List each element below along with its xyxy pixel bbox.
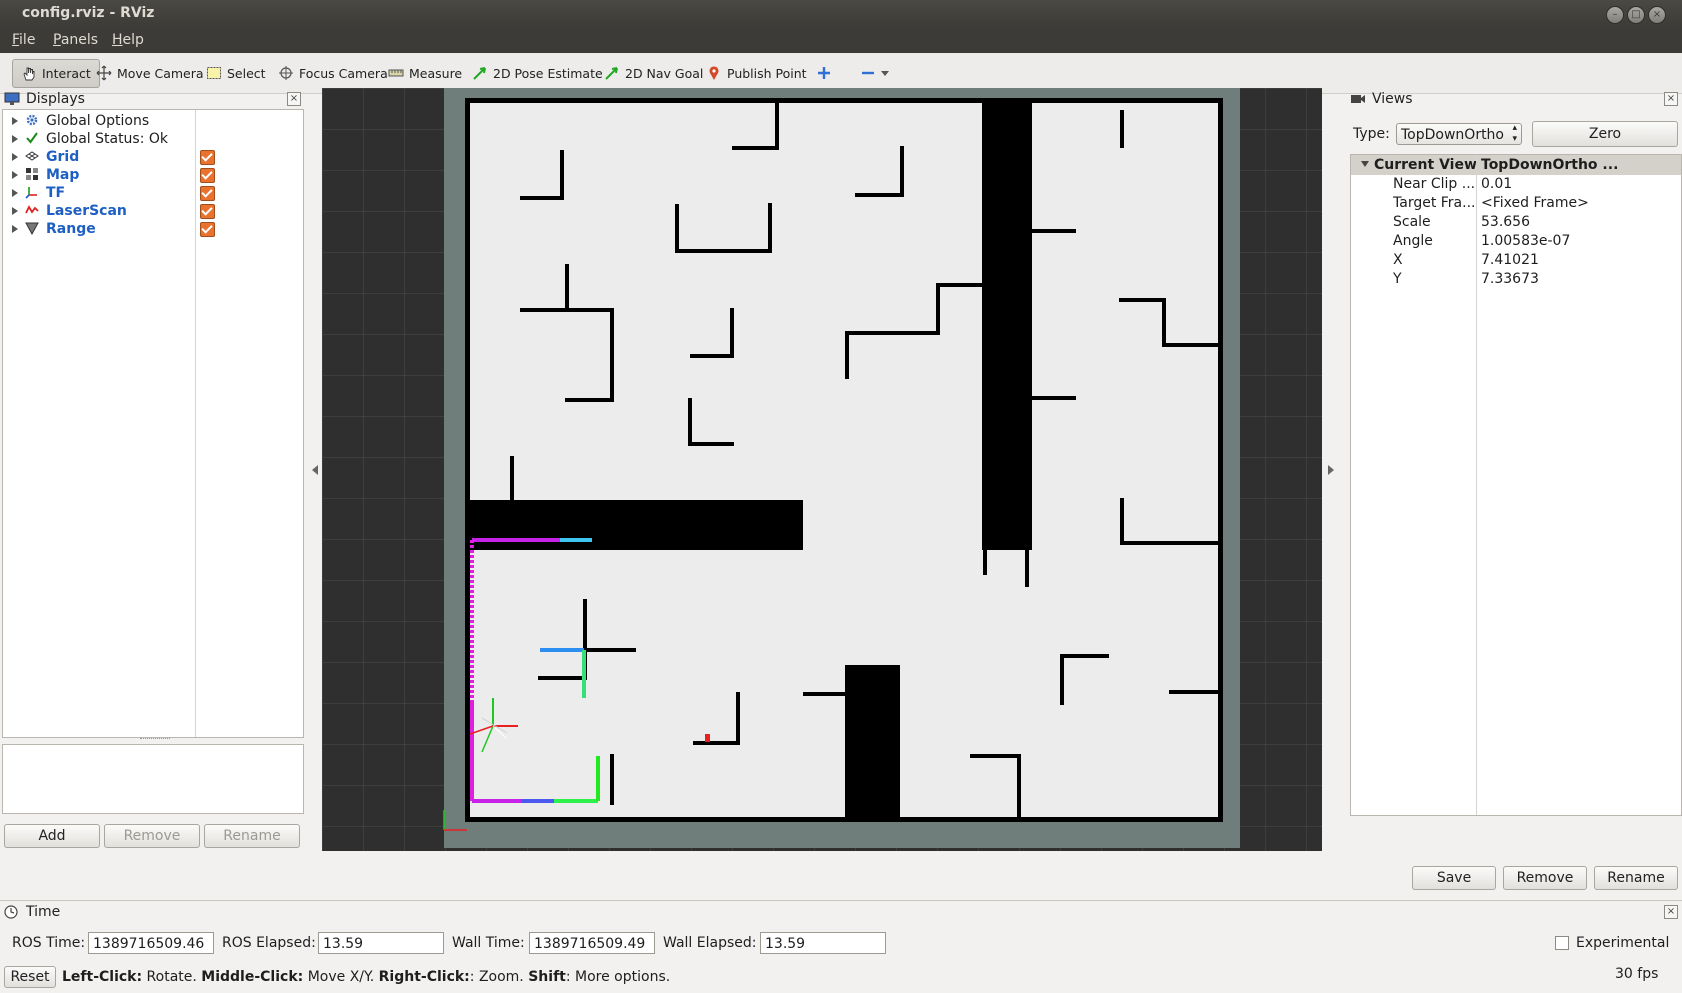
green-arrow-icon: [473, 67, 486, 80]
map-pin-icon: [709, 66, 719, 80]
map-render[interactable]: [322, 88, 1322, 851]
camera-icon: [1351, 95, 1365, 103]
remove-view-button[interactable]: Remove: [1503, 866, 1587, 890]
grid-enabled-checkbox[interactable]: [200, 150, 215, 165]
expand-arrow-icon[interactable]: [12, 225, 18, 233]
render-viewport[interactable]: [322, 88, 1322, 851]
expand-arrow-icon[interactable]: [12, 135, 18, 143]
range-enabled-checkbox[interactable]: [200, 222, 215, 237]
zero-view-button[interactable]: Zero: [1532, 121, 1678, 147]
display-item-tf[interactable]: TF: [3, 183, 303, 202]
reset-button[interactable]: Reset: [4, 966, 56, 988]
close-views-icon[interactable]: ×: [1664, 92, 1678, 106]
status-bar: Reset Left-Click: Rotate. Middle-Click: …: [0, 920, 1682, 988]
expand-arrow-icon[interactable]: [12, 171, 18, 179]
view-prop-scale[interactable]: Scale 53.656: [1351, 212, 1681, 231]
remove-display-button[interactable]: Remove: [104, 824, 200, 848]
spin-arrows-icon: ▴ ▾: [1512, 123, 1517, 144]
menu-panels[interactable]: Panels: [53, 32, 98, 48]
time-panel-title: Time: [26, 904, 61, 920]
views-panel-title: Views: [1372, 91, 1413, 107]
display-description-box: [2, 744, 304, 814]
close-displays-icon[interactable]: ×: [287, 92, 301, 106]
axes-icon: [25, 187, 37, 199]
ruler-icon: [388, 69, 404, 77]
green-arrow-icon: [605, 67, 618, 80]
minus-icon: [862, 71, 874, 75]
display-item-global-options[interactable]: Global Options: [3, 111, 303, 130]
view-prop-target-frame[interactable]: Target Fra... <Fixed Frame>: [1351, 193, 1681, 212]
cone-icon: [25, 222, 39, 235]
close-icon[interactable]: ×: [1648, 6, 1666, 24]
plus-icon: [818, 67, 830, 79]
remove-tool-button[interactable]: [860, 61, 889, 85]
display-item-grid[interactable]: Grid: [3, 147, 303, 166]
expand-arrow-icon[interactable]: [12, 207, 18, 215]
add-tool-button[interactable]: [816, 61, 832, 85]
maximize-icon[interactable]: □: [1627, 6, 1645, 24]
publish-point-tool-button[interactable]: Publish Point: [706, 61, 807, 85]
splitter-handle[interactable]: [140, 738, 170, 742]
view-type-label: Type:: [1353, 126, 1390, 142]
minimize-icon[interactable]: –: [1606, 6, 1624, 24]
view-type-select[interactable]: TopDownOrtho ▴ ▾: [1396, 123, 1522, 145]
checkmark-icon: [26, 132, 38, 144]
window-titlebar: config.rviz - RViz – □ ×: [0, 0, 1682, 28]
select-tool-button[interactable]: Select: [206, 61, 266, 85]
map-icon: [26, 168, 38, 180]
display-item-map[interactable]: Map: [3, 165, 303, 184]
grid-icon: [25, 151, 39, 161]
fps-readout: 30 fps: [1615, 966, 1659, 982]
selection-box-icon: [207, 67, 221, 79]
expand-arrow-icon[interactable]: [12, 189, 18, 197]
measure-tool-button[interactable]: Measure: [388, 61, 462, 85]
laserscan-enabled-checkbox[interactable]: [200, 204, 215, 219]
menu-file[interactable]: File: [12, 32, 35, 48]
window-title: config.rviz - RViz: [22, 5, 155, 21]
map-enabled-checkbox[interactable]: [200, 168, 215, 183]
tf-enabled-checkbox[interactable]: [200, 186, 215, 201]
rename-display-button[interactable]: Rename: [204, 824, 300, 848]
menu-bar: File Panels Help: [0, 28, 1682, 53]
expand-arrow-icon[interactable]: [12, 117, 18, 125]
time-panel-header: Time: [4, 902, 304, 922]
views-properties-tree: Current View TopDownOrtho ... Near Clip …: [1350, 154, 1682, 816]
focus-camera-tool-button[interactable]: Focus Camera: [278, 61, 388, 85]
add-display-button[interactable]: Add: [4, 824, 100, 848]
display-item-laserscan[interactable]: LaserScan: [3, 201, 303, 220]
current-view-row[interactable]: Current View TopDownOrtho ...: [1351, 155, 1681, 175]
clock-icon: [4, 905, 18, 919]
laser-icon: [25, 205, 39, 214]
views-panel-header: Views: [1350, 89, 1680, 109]
collapse-left-icon[interactable]: [312, 465, 318, 475]
status-hint: Left-Click: Rotate. Middle-Click: Move X…: [62, 969, 671, 985]
move-camera-tool-button[interactable]: Move Camera: [96, 61, 204, 85]
rename-view-button[interactable]: Rename: [1594, 866, 1678, 890]
close-time-icon[interactable]: ×: [1664, 905, 1678, 919]
view-prop-x[interactable]: X 7.41021: [1351, 250, 1681, 269]
view-prop-y[interactable]: Y 7.33673: [1351, 269, 1681, 288]
view-prop-angle[interactable]: Angle 1.00583e-07: [1351, 231, 1681, 250]
interact-tool-button[interactable]: Interact: [12, 59, 100, 88]
menu-help[interactable]: Help: [112, 32, 144, 48]
collapse-arrow-icon[interactable]: [1361, 161, 1369, 167]
save-view-button[interactable]: Save: [1412, 866, 1496, 890]
display-item-range[interactable]: Range: [3, 219, 303, 238]
gear-icon: [26, 114, 38, 126]
pose-estimate-tool-button[interactable]: 2D Pose Estimate: [472, 61, 603, 85]
collapse-right-icon[interactable]: [1328, 465, 1334, 475]
nav-goal-tool-button[interactable]: 2D Nav Goal: [604, 61, 703, 85]
view-prop-near-clip[interactable]: Near Clip ... 0.01: [1351, 174, 1681, 193]
display-item-global-status[interactable]: Global Status: Ok: [3, 129, 303, 148]
displays-panel-header: Displays: [4, 89, 302, 109]
expand-arrow-icon[interactable]: [12, 153, 18, 161]
move-arrows-icon: [96, 65, 112, 81]
displays-panel-title: Displays: [26, 91, 85, 107]
hand-icon: [23, 67, 35, 80]
focus-crosshair-icon: [279, 66, 293, 80]
chevron-down-icon: [881, 71, 889, 76]
displays-tree: Global Options Global Status: Ok Grid Ma…: [2, 109, 304, 738]
monitor-icon: [4, 92, 20, 105]
